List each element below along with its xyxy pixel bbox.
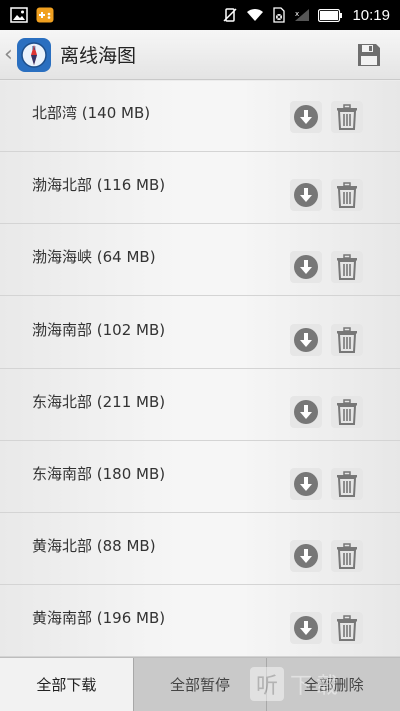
chart-name-label: 东海南部 (180 MB): [32, 465, 166, 483]
list-item[interactable]: 黄海北部 (88 MB): [0, 513, 400, 586]
no-sim-icon: [272, 7, 286, 23]
page-title: 离线海图: [60, 45, 137, 67]
svg-text:x: x: [295, 10, 299, 18]
delete-all-button[interactable]: 全部删除: [266, 658, 400, 711]
image-icon: [10, 7, 28, 23]
list-item[interactable]: 北部湾 (140 MB): [0, 81, 400, 152]
wifi-icon: [246, 8, 264, 22]
download-icon[interactable]: [290, 251, 322, 284]
download-icon[interactable]: [290, 540, 322, 573]
download-all-button[interactable]: 全部下载: [0, 658, 133, 711]
status-bar: x 10:19: [0, 0, 400, 30]
game-controller-icon: [36, 7, 54, 23]
chart-name-label: 渤海海峡 (64 MB): [32, 248, 156, 267]
status-left: [10, 7, 54, 23]
bottom-bar: 全部下载 全部暂停 全部删除: [0, 657, 400, 711]
list-item[interactable]: 黄海南部 (196 MB): [0, 585, 400, 657]
trash-icon[interactable]: [331, 101, 363, 133]
chart-list[interactable]: 北部湾 (140 MB) 渤海北部 (116 MB) 渤海海峡 (64 MB) 渤海南…: [0, 81, 400, 657]
chart-name-label: 黄海北部 (88 MB): [32, 537, 156, 556]
chart-name-label: 东海北部 (211 MB): [32, 392, 166, 411]
list-item[interactable]: 东海北部 (211 MB): [0, 369, 400, 441]
download-icon[interactable]: [290, 395, 322, 428]
chart-name-label: 黄海南部 (196 MB): [32, 609, 166, 628]
list-item[interactable]: 东海南部 (180 MB): [0, 441, 400, 513]
chart-name-label: 渤海南部 (102 MB): [32, 320, 166, 339]
trash-icon[interactable]: [331, 179, 363, 212]
action-bar: ‹ N 离线海图: [0, 30, 400, 80]
list-item[interactable]: 渤海北部 (116 MB): [0, 152, 400, 225]
chart-name-label: 北部湾 (140 MB): [32, 104, 151, 122]
vibrate-off-icon: [222, 7, 238, 23]
download-icon[interactable]: [290, 101, 322, 133]
status-time: 10:19: [352, 6, 390, 24]
trash-icon[interactable]: [331, 612, 363, 645]
status-right: x 10:19: [222, 7, 390, 24]
list-item[interactable]: 渤海海峡 (64 MB): [0, 224, 400, 297]
list-item[interactable]: 渤海南部 (102 MB): [0, 297, 400, 369]
download-icon[interactable]: [290, 323, 322, 356]
save-icon[interactable]: [356, 42, 382, 68]
download-icon[interactable]: [290, 468, 322, 500]
compass-icon[interactable]: N: [16, 37, 52, 73]
trash-icon[interactable]: [331, 395, 363, 428]
back-chevron-icon[interactable]: ‹: [4, 43, 13, 66]
download-icon[interactable]: [290, 612, 322, 645]
svg-text:N: N: [32, 46, 36, 52]
pause-all-button[interactable]: 全部暂停: [132, 658, 267, 711]
trash-icon[interactable]: [331, 468, 363, 500]
trash-icon[interactable]: [331, 540, 363, 573]
battery-icon: [318, 8, 343, 22]
download-icon[interactable]: [290, 179, 322, 212]
trash-icon[interactable]: [331, 323, 363, 356]
chart-name-label: 渤海北部 (116 MB): [32, 176, 166, 195]
signal-icon: x: [294, 8, 310, 22]
trash-icon[interactable]: [331, 251, 363, 284]
